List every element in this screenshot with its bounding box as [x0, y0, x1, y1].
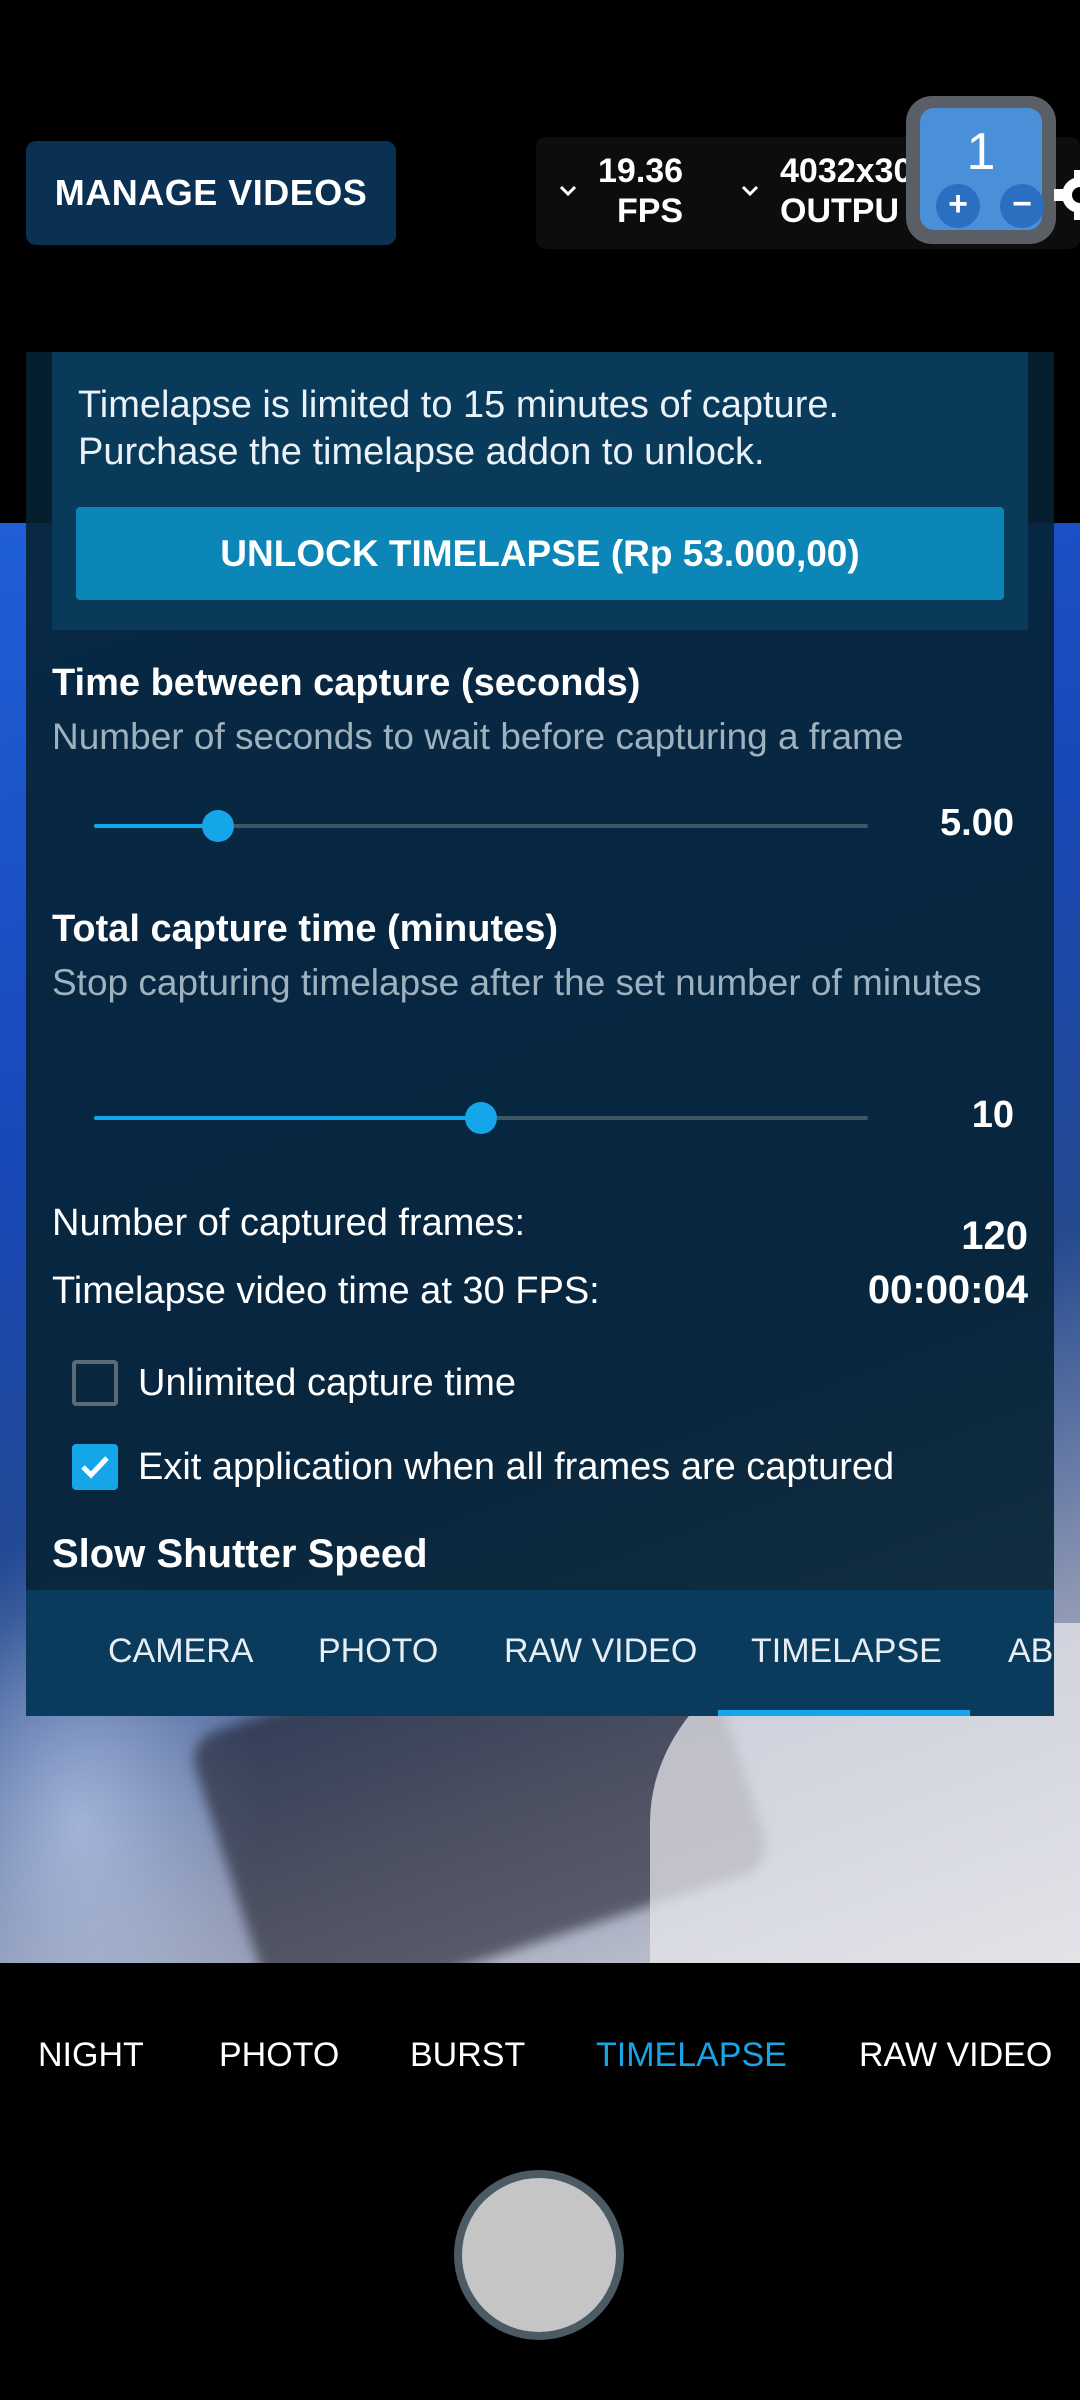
- chevron-down-icon: [559, 185, 577, 197]
- gear-icon[interactable]: [1052, 166, 1080, 224]
- mode-night[interactable]: NIGHT: [38, 2036, 144, 2075]
- shutter-button[interactable]: [454, 2170, 624, 2340]
- zoom-widget[interactable]: 1 + −: [906, 96, 1056, 244]
- exit-application-label: Exit application when all frames are cap…: [138, 1445, 895, 1488]
- slider-thumb[interactable]: [202, 810, 234, 842]
- total-capture-title: Total capture time (minutes): [52, 908, 559, 950]
- mode-photo[interactable]: PHOTO: [219, 2036, 339, 2075]
- tab-raw-video[interactable]: RAW VIDEO: [504, 1632, 697, 1671]
- manage-videos-button[interactable]: MANAGE VIDEOS: [26, 141, 396, 245]
- fps-value: 19.36: [598, 152, 684, 190]
- video-time-label: Timelapse video time at 30 FPS:: [52, 1270, 600, 1312]
- unlock-timelapse-button[interactable]: UNLOCK TIMELAPSE (Rp 53.000,00): [76, 507, 1004, 600]
- chevron-down-icon: [741, 185, 759, 197]
- captured-frames-value: 120: [961, 1214, 1028, 1258]
- tab-about[interactable]: AB: [1008, 1632, 1053, 1671]
- checkmark-icon: [81, 1456, 109, 1479]
- zoom-in-button[interactable]: +: [936, 184, 980, 228]
- unlock-notice-box: Timelapse is limited to 15 minutes of ca…: [52, 352, 1028, 630]
- slider-thumb[interactable]: [465, 1102, 497, 1134]
- fps-selector[interactable]: 19.36 FPS: [556, 151, 683, 231]
- slow-shutter-title: Slow Shutter Speed: [52, 1532, 428, 1576]
- timelapse-settings-panel[interactable]: Timelapse is limited to 15 minutes of ca…: [26, 352, 1054, 1716]
- resolution-value: 4032x30: [780, 152, 913, 190]
- tab-timelapse[interactable]: TIMELAPSE: [751, 1632, 942, 1671]
- settings-tab-bar: CAMERA PHOTO RAW VIDEO TIMELAPSE AB: [26, 1590, 1054, 1716]
- active-tab-indicator: [718, 1710, 970, 1716]
- mode-raw-video[interactable]: RAW VIDEO: [859, 2036, 1052, 2075]
- mode-timelapse[interactable]: TIMELAPSE: [596, 2036, 787, 2075]
- exit-application-checkbox[interactable]: [72, 1444, 118, 1490]
- tab-photo[interactable]: PHOTO: [318, 1632, 438, 1671]
- video-time-value: 00:00:04: [867, 1268, 1028, 1312]
- total-capture-slider[interactable]: [94, 1098, 868, 1138]
- zoom-value: 1: [966, 123, 996, 181]
- resolution-selector[interactable]: 4032x30 OUTPU: [738, 151, 912, 231]
- slider-fill: [94, 824, 218, 828]
- captured-frames-label: Number of captured frames:: [52, 1202, 526, 1244]
- resolution-unit: OUTPU: [780, 192, 899, 230]
- unlock-notice-text: Timelapse is limited to 15 minutes of ca…: [78, 384, 840, 473]
- tab-camera[interactable]: CAMERA: [108, 1632, 253, 1671]
- exit-application-option[interactable]: Exit application when all frames are cap…: [72, 1444, 894, 1490]
- unlimited-capture-checkbox[interactable]: [72, 1360, 118, 1406]
- time-between-description: Number of seconds to wait before capturi…: [52, 716, 904, 757]
- unlimited-capture-option[interactable]: Unlimited capture time: [72, 1360, 516, 1406]
- total-capture-value: 10: [971, 1094, 1014, 1136]
- slider-fill: [94, 1116, 481, 1120]
- unlimited-capture-label: Unlimited capture time: [138, 1361, 517, 1404]
- zoom-out-button[interactable]: −: [1000, 184, 1044, 228]
- time-between-title: Time between capture (seconds): [52, 662, 641, 704]
- total-capture-description: Stop capturing timelapse after the set n…: [52, 962, 982, 1003]
- time-between-slider[interactable]: [94, 806, 868, 846]
- mode-burst[interactable]: BURST: [410, 2036, 525, 2075]
- fps-unit: FPS: [616, 192, 684, 230]
- time-between-value: 5.00: [940, 802, 1014, 844]
